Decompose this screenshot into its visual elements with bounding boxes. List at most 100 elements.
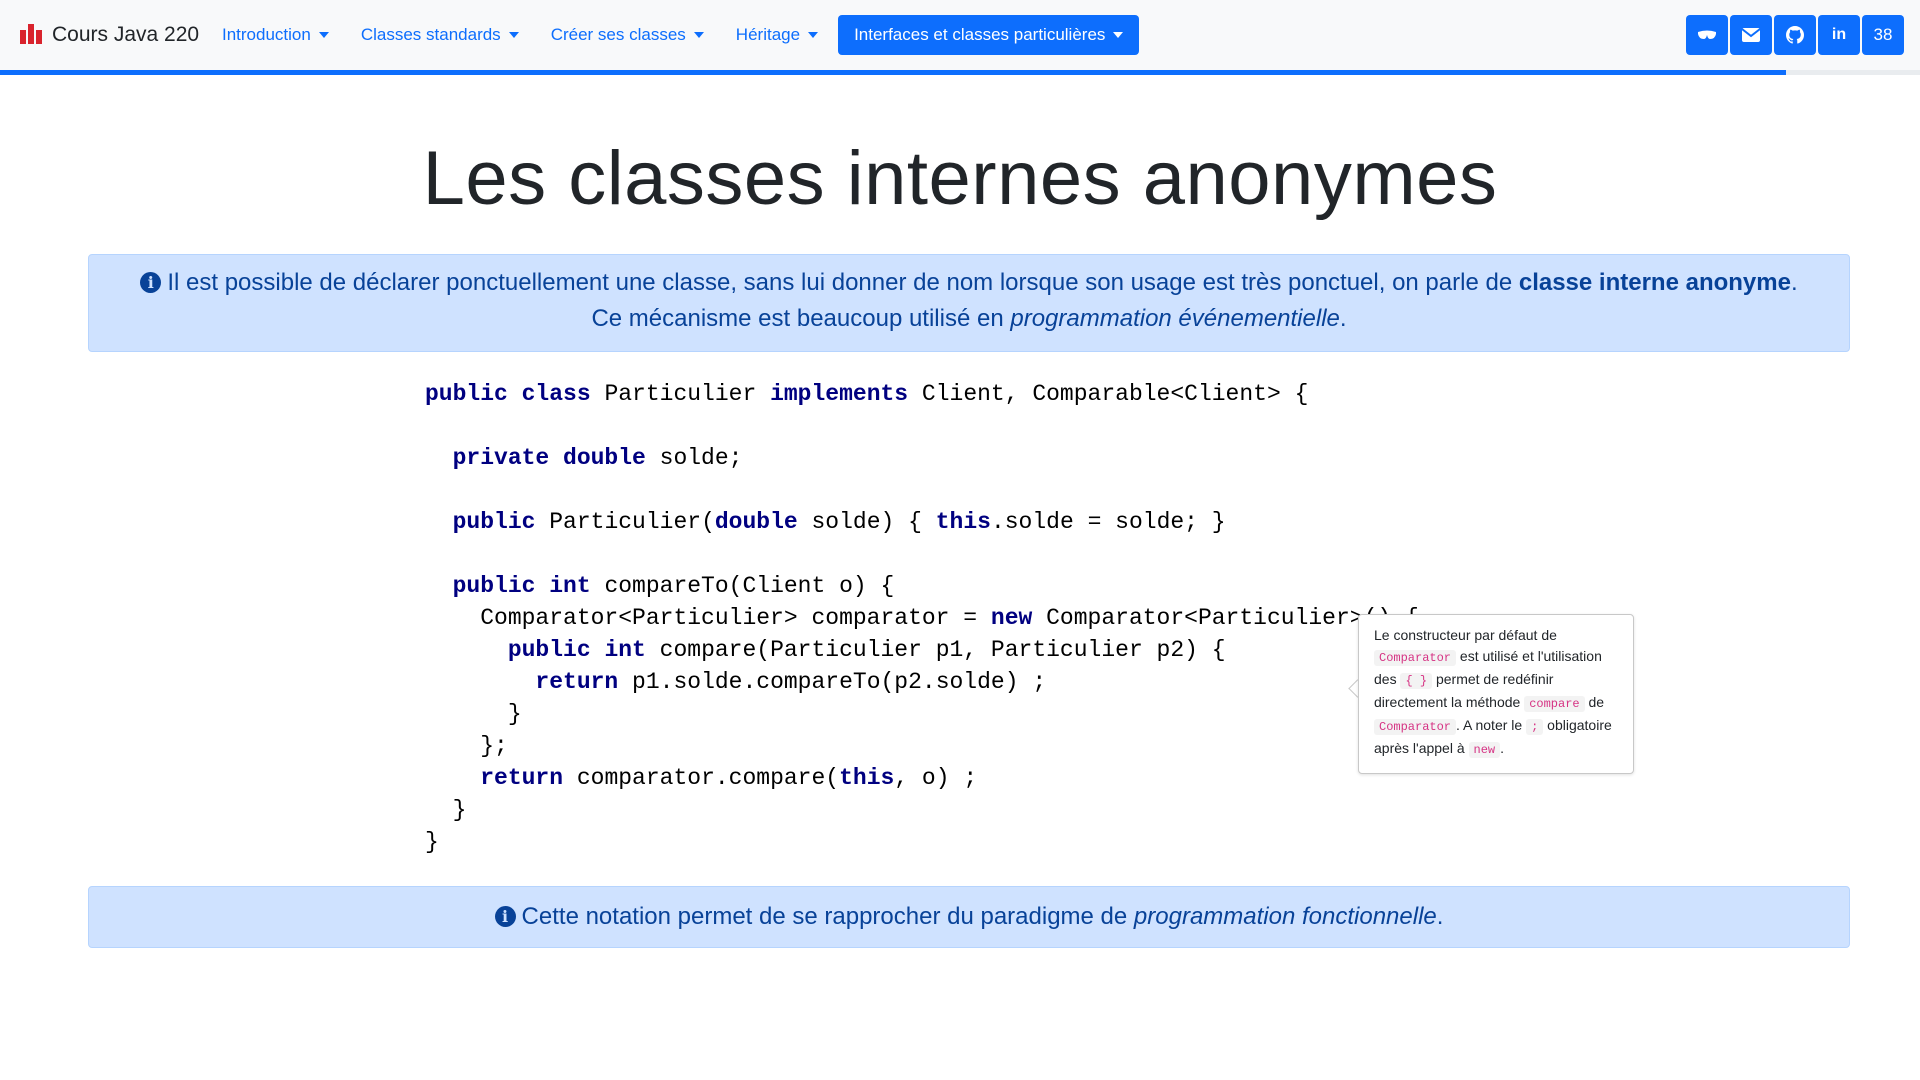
caret-down-icon xyxy=(508,32,519,38)
nav-item-label: Introduction xyxy=(222,25,311,44)
github-button[interactable] xyxy=(1774,15,1816,55)
page-title: Les classes internes anonymes xyxy=(422,136,1498,221)
code-keyword: new xyxy=(990,605,1033,631)
nav-creer-ses-classes-dropdown[interactable]: Créer ses classes xyxy=(535,15,720,55)
page-number: 38 xyxy=(1873,25,1893,44)
code-text: .solde = solde; } xyxy=(990,509,1226,535)
code-line: public int compareTo(Client o) { xyxy=(425,570,1419,602)
info-alert-functional: i Cette notation permet de se rapprocher … xyxy=(88,886,1850,948)
code-text: solde) { xyxy=(797,509,936,535)
alert-text-end: . xyxy=(1339,305,1347,332)
info-circle-icon: i xyxy=(140,272,162,293)
code-line: } xyxy=(425,794,1419,826)
nav-item-label: Classes standards xyxy=(360,25,501,44)
nav-item-label: Créer ses classes xyxy=(550,25,686,44)
code-keyword: double xyxy=(714,509,798,535)
logo-icon xyxy=(20,24,42,46)
code-line: private double solde; xyxy=(425,442,1419,474)
code-keyword: private double xyxy=(452,445,646,471)
tooltip-code: Comparator xyxy=(1374,719,1457,735)
code-line: } xyxy=(425,698,1419,730)
code-line: public Particulier(double solde) { this.… xyxy=(425,506,1419,538)
code-text: } xyxy=(425,701,522,727)
code-text: compare(Particulier p1, Particulier p2) … xyxy=(645,637,1226,663)
code-text: , o) ; xyxy=(894,765,978,791)
alert-italic-term: programmation événementielle xyxy=(1010,305,1340,332)
info-alert-definition: i Il est possible de déclarer ponctuellem… xyxy=(88,254,1850,352)
code-keyword: this xyxy=(839,765,895,791)
nav-item-label: Héritage xyxy=(735,25,801,44)
code-block: public class Particulier implements Clie… xyxy=(425,378,1419,858)
caret-down-icon xyxy=(1113,32,1124,38)
alert-italic-term: programmation fonctionnelle xyxy=(1133,903,1437,930)
glasses-icon xyxy=(1698,30,1716,39)
tooltip-code: Comparator xyxy=(1374,650,1457,666)
tooltip-text: de xyxy=(1584,694,1605,710)
nav-item-label: Interfaces et classes particulières xyxy=(854,25,1106,44)
alert-text-start: Il est possible de déclarer ponctuelleme… xyxy=(167,269,1519,296)
nav-actions: in 38 xyxy=(1686,15,1904,55)
brand-title: Cours Java 220 xyxy=(52,23,200,46)
code-text: Particulier( xyxy=(535,509,715,535)
tooltip-code: new xyxy=(1468,742,1501,758)
nav-heritage-dropdown[interactable]: Héritage xyxy=(720,15,834,55)
tooltip-text: . A noter le xyxy=(1456,717,1527,733)
code-keyword: public int xyxy=(452,573,591,599)
code-text: } xyxy=(425,829,439,855)
code-line: public int compare(Particulier p1, Parti… xyxy=(425,634,1419,666)
caret-down-icon xyxy=(808,32,819,38)
page-number-badge[interactable]: 38 xyxy=(1862,15,1904,55)
tooltip-code: { } xyxy=(1400,673,1433,689)
code-line: Comparator<Particulier> comparator = new… xyxy=(425,602,1419,634)
top-navbar: Cours Java 220 Introduction Classes stan… xyxy=(0,0,1920,70)
caret-down-icon xyxy=(318,32,329,38)
code-text: Particulier xyxy=(590,381,771,407)
slide-progress-fill xyxy=(0,70,1786,75)
nav-interfaces-dropdown[interactable]: Interfaces et classes particulières xyxy=(838,15,1140,55)
code-text: solde; xyxy=(645,445,743,471)
brand[interactable]: Cours Java 220 xyxy=(20,20,199,50)
email-button[interactable] xyxy=(1730,15,1772,55)
alert-bold-term: classe interne anonyme xyxy=(1518,269,1791,296)
tooltip-text: Le constructeur par défaut de xyxy=(1374,627,1557,643)
caret-down-icon xyxy=(693,32,704,38)
code-line: } xyxy=(425,826,1419,858)
tooltip-code: ; xyxy=(1526,719,1544,735)
code-line: public class Particulier implements Clie… xyxy=(425,378,1419,410)
nav-introduction-dropdown[interactable]: Introduction xyxy=(206,15,345,55)
code-text: } xyxy=(425,797,467,823)
nav-menu: Introduction Classes standards Créer ses… xyxy=(206,15,1140,55)
nav-classes-standards-dropdown[interactable]: Classes standards xyxy=(345,15,535,55)
code-text: Comparator<Particulier> comparator = xyxy=(425,605,991,631)
code-text: Client, Comparable<Client> { xyxy=(908,381,1309,407)
code-text: p1.solde.compareTo(p2.solde) ; xyxy=(618,669,1047,695)
code-line: }; xyxy=(425,730,1419,762)
code-annotation-tooltip: Le constructeur par défaut de Comparator… xyxy=(1358,614,1634,774)
tooltip-text: . xyxy=(1500,740,1505,756)
envelope-icon xyxy=(1742,28,1760,42)
linkedin-button[interactable]: in xyxy=(1818,15,1860,55)
info-circle-icon: i xyxy=(494,906,516,927)
glasses-button[interactable] xyxy=(1686,15,1728,55)
code-keyword: return xyxy=(535,669,619,695)
slide-progress-bar xyxy=(0,70,1920,75)
code-text: }; xyxy=(425,733,508,759)
code-line: return comparator.compare(this, o) ; xyxy=(425,762,1419,794)
github-icon xyxy=(1786,26,1804,44)
code-keyword: public class xyxy=(425,381,591,407)
code-line: return p1.solde.compareTo(p2.solde) ; xyxy=(425,666,1419,698)
tooltip-code: compare xyxy=(1524,696,1585,712)
code-keyword: this xyxy=(935,509,991,535)
code-text: comparator.compare( xyxy=(563,765,840,791)
alert-text-end: . xyxy=(1436,903,1444,930)
code-keyword: implements xyxy=(770,381,909,407)
